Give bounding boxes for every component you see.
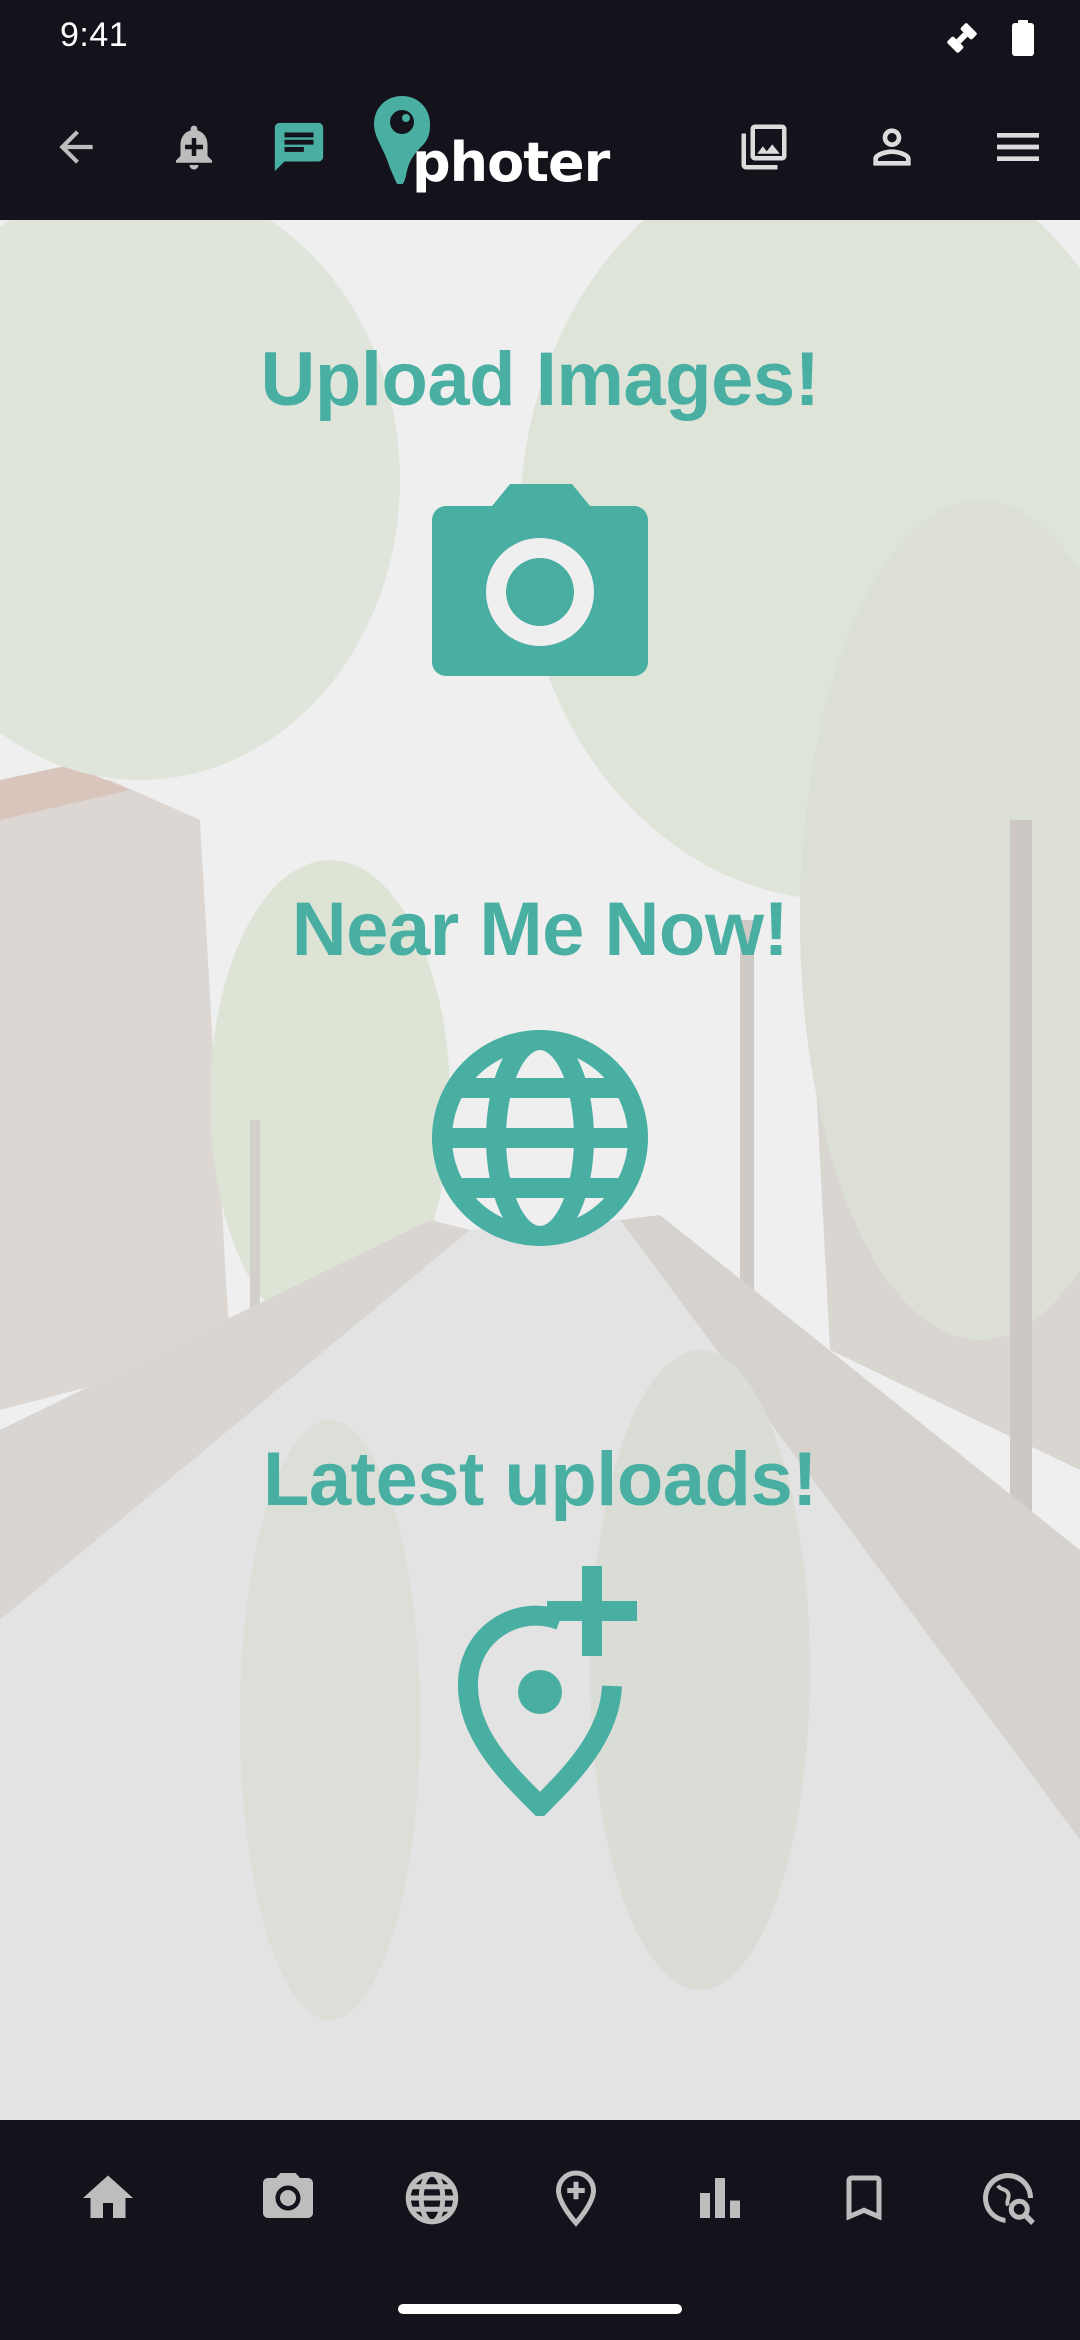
camera-icon — [432, 484, 648, 676]
add-location-icon — [457, 1566, 637, 1821]
location-search-icon — [982, 2173, 1035, 2225]
gallery-button[interactable] — [730, 113, 798, 181]
near-me-button[interactable] — [430, 1028, 650, 1253]
stats-icon — [700, 2178, 740, 2218]
app-logo[interactable]: photer — [370, 94, 610, 204]
bottom-navigation — [0, 2120, 1080, 2340]
location-add-icon — [555, 2170, 597, 2227]
status-icons — [942, 18, 1034, 58]
menu-icon — [997, 133, 1039, 161]
status-bar: 9:41 — [0, 0, 1080, 74]
back-arrow-icon — [59, 130, 93, 164]
nav-camera[interactable] — [248, 2158, 328, 2238]
bookmark-icon — [846, 2175, 882, 2221]
near-me-section: Near Me Now! — [0, 892, 1080, 968]
nav-bookmarks[interactable] — [824, 2158, 904, 2238]
account-icon — [873, 128, 911, 166]
battery-icon — [1012, 20, 1034, 56]
nav-add-location[interactable] — [536, 2158, 616, 2238]
chat-icon — [274, 122, 324, 172]
notification-add-icon — [176, 125, 212, 170]
home-icon — [83, 2175, 133, 2218]
menu-button[interactable] — [984, 113, 1052, 181]
notifications-button[interactable] — [160, 113, 228, 181]
account-button[interactable] — [858, 113, 926, 181]
network-icon — [947, 23, 977, 53]
chat-button[interactable] — [265, 113, 333, 181]
logo-text: photer — [412, 131, 610, 194]
latest-section: Latest uploads! — [0, 1442, 1080, 1518]
gallery-icon — [741, 124, 787, 170]
home-indicator[interactable] — [398, 2304, 682, 2314]
upload-title: Upload Images! — [260, 337, 820, 422]
globe-icon — [405, 2171, 459, 2225]
main-content: Upload Images! Near Me Now! Latest uploa… — [0, 220, 1080, 2120]
latest-uploads-button[interactable] — [450, 1566, 670, 1821]
nav-search-location[interactable] — [968, 2158, 1048, 2238]
globe-icon — [432, 1030, 648, 1246]
nav-home[interactable] — [68, 2158, 148, 2238]
back-button[interactable] — [42, 113, 110, 181]
upload-section: Upload Images! — [0, 342, 1080, 418]
top-app-bar: photer — [0, 74, 1080, 220]
upload-images-button[interactable] — [430, 480, 650, 685]
latest-title: Latest uploads! — [262, 1437, 818, 1522]
near-me-title: Near Me Now! — [291, 887, 789, 972]
nav-globe[interactable] — [392, 2158, 472, 2238]
status-time: 9:41 — [60, 16, 129, 54]
nav-stats[interactable] — [680, 2158, 760, 2238]
camera-icon — [263, 2173, 313, 2218]
